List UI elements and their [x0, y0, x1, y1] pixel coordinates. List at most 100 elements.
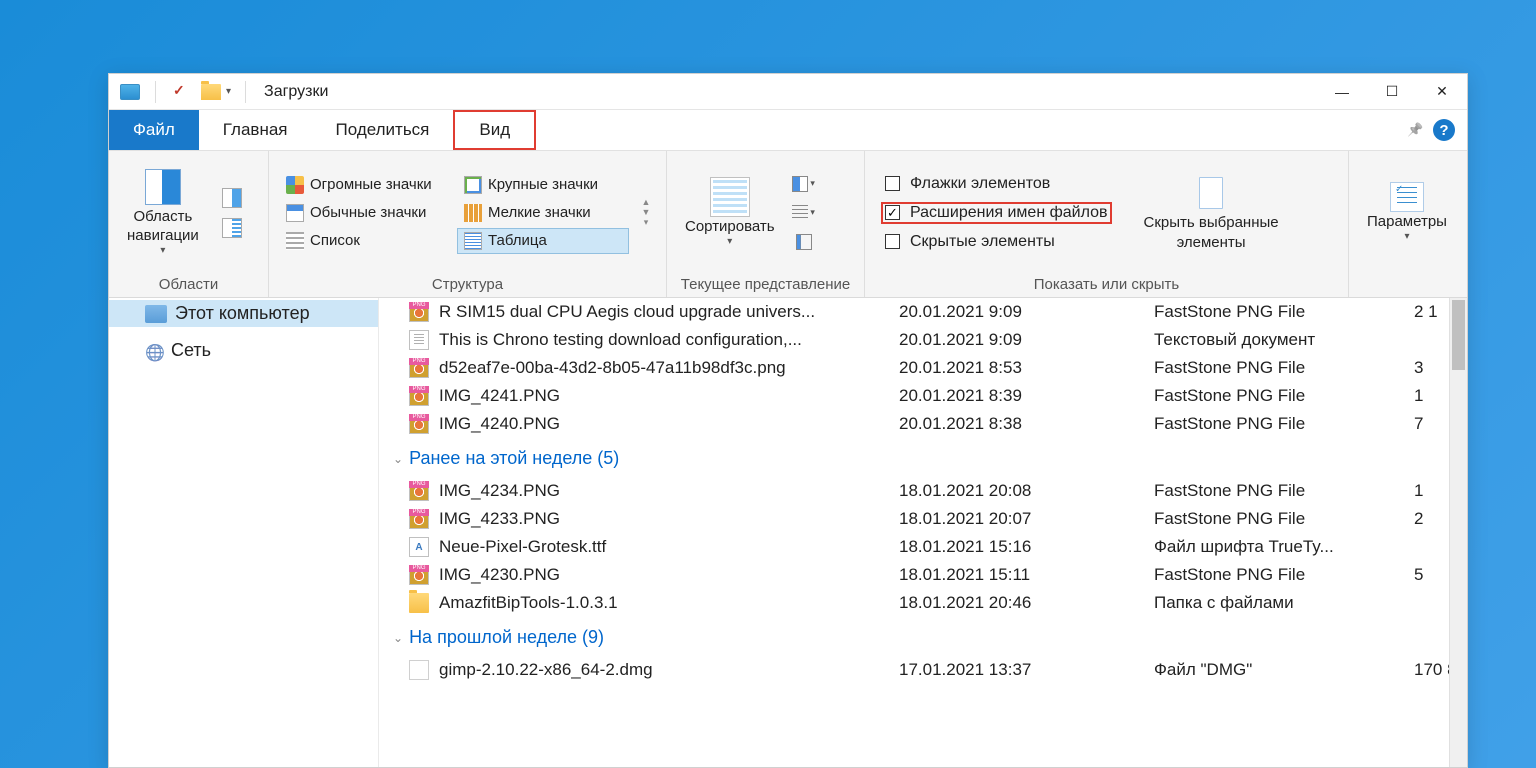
separator: [245, 81, 246, 103]
file-name: IMG_4230.PNG: [439, 565, 899, 585]
file-type-icon: [409, 481, 429, 501]
file-size: 5: [1414, 565, 1423, 585]
file-type: FastStone PNG File: [1154, 302, 1414, 322]
file-date: 18.01.2021 20:08: [899, 481, 1154, 501]
file-row[interactable]: IMG_4230.PNG18.01.2021 15:11FastStone PN…: [379, 561, 1467, 589]
file-row[interactable]: IMG_4241.PNG20.01.2021 8:39FastStone PNG…: [379, 382, 1467, 410]
file-row[interactable]: IMG_4240.PNG20.01.2021 8:38FastStone PNG…: [379, 410, 1467, 438]
layout-small-icons[interactable]: Мелкие значки: [457, 200, 629, 226]
hidden-items-toggle[interactable]: Скрытые элементы: [881, 231, 1112, 253]
qat-folder-icon[interactable]: [200, 81, 222, 103]
file-type: Файл шрифта TrueTy...: [1154, 537, 1414, 557]
nav-this-pc[interactable]: Этот компьютер: [109, 300, 378, 327]
file-type-icon: [409, 386, 429, 406]
gallery-up-icon[interactable]: ▲: [637, 197, 655, 207]
file-type-icon: [409, 414, 429, 434]
file-list[interactable]: R SIM15 dual CPU Aegis cloud upgrade uni…: [379, 298, 1467, 767]
navigation-pane-label: Область навигации: [127, 207, 199, 246]
file-date: 20.01.2021 9:09: [899, 302, 1154, 322]
file-extensions-toggle[interactable]: Расширения имен файлов: [881, 202, 1112, 224]
file-date: 18.01.2021 15:11: [899, 565, 1154, 585]
file-name: IMG_4241.PNG: [439, 386, 899, 406]
tab-share[interactable]: Поделиться: [312, 110, 454, 150]
qat-properties-icon[interactable]: [170, 81, 192, 103]
explorer-window: ▾ Загрузки — ☐ ✕ Файл Главная Поделиться…: [108, 73, 1468, 768]
file-date: 20.01.2021 8:39: [899, 386, 1154, 406]
layout-details[interactable]: Таблица: [457, 228, 629, 254]
file-row[interactable]: R SIM15 dual CPU Aegis cloud upgrade uni…: [379, 298, 1467, 326]
tab-file[interactable]: Файл: [109, 110, 199, 150]
options-icon: [1390, 182, 1424, 212]
layout-large-icons[interactable]: Крупные значки: [457, 172, 629, 198]
file-row[interactable]: IMG_4234.PNG18.01.2021 20:08FastStone PN…: [379, 477, 1467, 505]
file-name: d52eaf7e-00ba-43d2-8b05-47a11b98df3c.png: [439, 358, 899, 378]
file-row[interactable]: d52eaf7e-00ba-43d2-8b05-47a11b98df3c.png…: [379, 354, 1467, 382]
size-columns-button[interactable]: [791, 229, 817, 255]
scroll-thumb[interactable]: [1452, 300, 1465, 370]
tab-view[interactable]: Вид: [453, 110, 536, 150]
group-by-button[interactable]: ▾: [791, 200, 817, 226]
pin-ribbon-icon[interactable]: [1407, 121, 1425, 139]
tab-home[interactable]: Главная: [199, 110, 312, 150]
gallery-down-icon[interactable]: ▼: [637, 207, 655, 217]
sort-button[interactable]: Сортировать ▾: [677, 173, 783, 252]
item-checkboxes-toggle[interactable]: Флажки элементов: [881, 173, 1112, 195]
file-row[interactable]: gimp-2.10.22-x86_64-2.dmg17.01.2021 13:3…: [379, 656, 1467, 684]
options-button[interactable]: Параметры ▾: [1359, 178, 1455, 247]
ribbon: Область навигации ▾ Области Огромные зна…: [109, 150, 1467, 298]
help-button[interactable]: ?: [1433, 119, 1455, 141]
maximize-button[interactable]: ☐: [1367, 74, 1417, 110]
close-button[interactable]: ✕: [1417, 74, 1467, 110]
file-type-icon: [409, 660, 429, 680]
details-pane-button[interactable]: [219, 215, 245, 241]
file-size: 7: [1414, 414, 1423, 434]
group-layout-label: Структура: [269, 274, 666, 297]
navigation-pane-button[interactable]: Область навигации ▾: [119, 165, 207, 261]
size-columns-icon: [796, 234, 812, 250]
file-row[interactable]: AmazfitBipTools-1.0.3.118.01.2021 20:46П…: [379, 589, 1467, 617]
file-name: IMG_4233.PNG: [439, 509, 899, 529]
checkbox-icon: [885, 176, 900, 191]
gallery-scroll[interactable]: ▲ ▼ ▾: [637, 197, 655, 228]
chevron-down-icon: ⌄: [393, 452, 403, 466]
file-row[interactable]: This is Chrono testing download configur…: [379, 326, 1467, 354]
file-type: FastStone PNG File: [1154, 386, 1414, 406]
file-name: This is Chrono testing download configur…: [439, 330, 899, 350]
file-name: IMG_4240.PNG: [439, 414, 899, 434]
group-header-earlier-week[interactable]: ⌄Ранее на этой неделе (5): [379, 438, 1467, 477]
add-columns-button[interactable]: ▾: [791, 171, 817, 197]
file-name: R SIM15 dual CPU Aegis cloud upgrade uni…: [439, 302, 899, 322]
group-show-label: Показать или скрыть: [865, 274, 1348, 297]
layout-gallery[interactable]: Огромные значки Крупные значки Обычные з…: [279, 172, 629, 254]
vertical-scrollbar[interactable]: [1449, 298, 1467, 767]
checkbox-icon: [885, 234, 900, 249]
ribbon-tabs: Файл Главная Поделиться Вид ?: [109, 110, 1467, 150]
preview-pane-button[interactable]: [219, 185, 245, 211]
minimize-button[interactable]: —: [1317, 74, 1367, 110]
file-row[interactable]: ANeue-Pixel-Grotesk.ttf18.01.2021 15:16Ф…: [379, 533, 1467, 561]
layout-huge-icons[interactable]: Огромные значки: [279, 172, 451, 198]
layout-medium-icons[interactable]: Обычные значки: [279, 200, 451, 226]
titlebar: ▾ Загрузки — ☐ ✕: [109, 74, 1467, 110]
list-icon: [286, 232, 304, 250]
navigation-pane-icon: [145, 169, 181, 205]
hide-selected-label: Скрыть выбранные элементы: [1144, 213, 1279, 252]
file-type-icon: [409, 593, 429, 613]
gallery-more-icon[interactable]: ▾: [637, 217, 655, 228]
file-type: FastStone PNG File: [1154, 414, 1414, 434]
qat-dropdown-icon[interactable]: ▾: [226, 86, 231, 97]
nav-network[interactable]: Сеть: [109, 337, 378, 364]
file-size: 1: [1414, 386, 1423, 406]
file-type: FastStone PNG File: [1154, 481, 1414, 501]
hide-selected-button[interactable]: Скрыть выбранные элементы: [1136, 169, 1287, 256]
hide-selected-icon: [1191, 173, 1231, 213]
file-name: gimp-2.10.22-x86_64-2.dmg: [439, 660, 899, 680]
group-header-last-week[interactable]: ⌄На прошлой неделе (9): [379, 617, 1467, 656]
file-type: Папка с файлами: [1154, 593, 1414, 613]
file-row[interactable]: IMG_4233.PNG18.01.2021 20:07FastStone PN…: [379, 505, 1467, 533]
file-date: 20.01.2021 8:53: [899, 358, 1154, 378]
layout-list[interactable]: Список: [279, 228, 451, 254]
navigation-tree[interactable]: Этот компьютер Сеть: [109, 298, 379, 767]
file-size: 1: [1414, 481, 1423, 501]
network-icon: [145, 342, 163, 360]
